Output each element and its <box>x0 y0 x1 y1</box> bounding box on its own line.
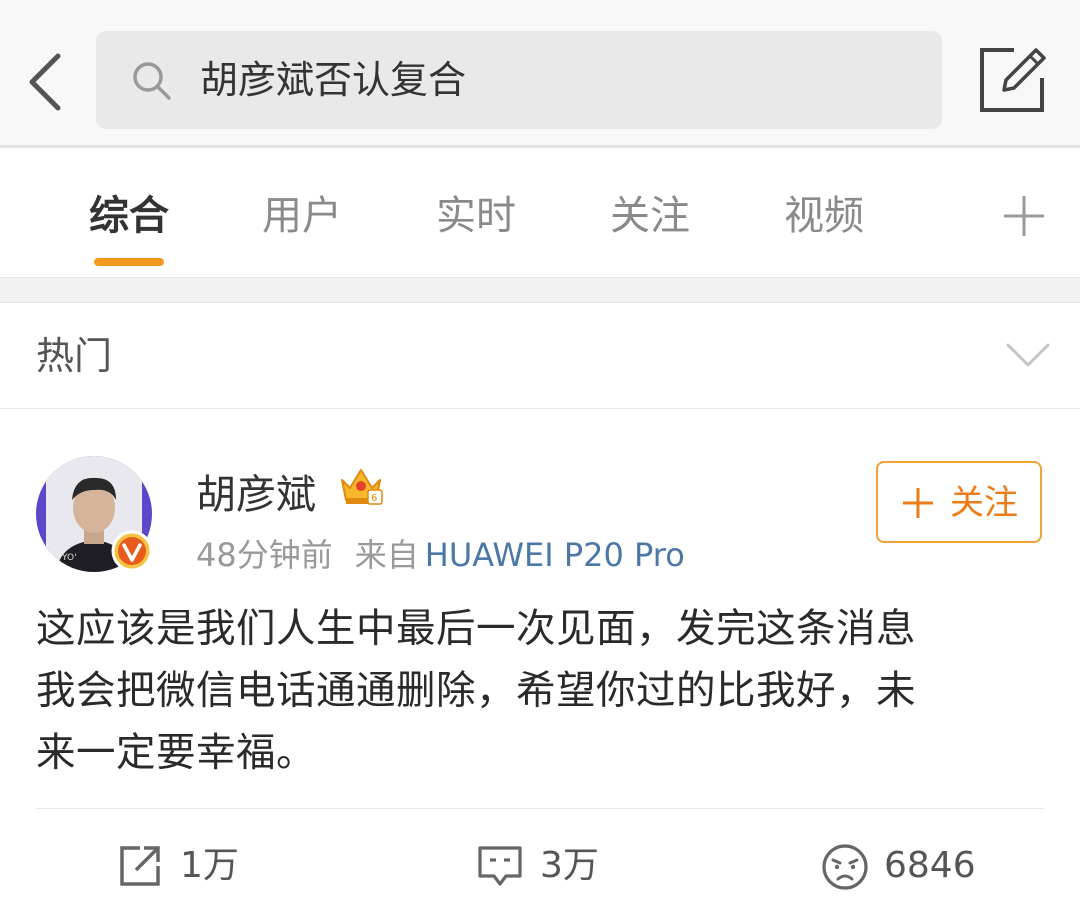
top-bar: 胡彦斌否认复合 <box>0 0 1080 148</box>
svg-text:YO': YO' <box>61 553 77 563</box>
plus-icon <box>1004 196 1044 236</box>
post-text-line: 我会把微信电话通通删除，希望你过的比我好，未 <box>36 668 916 714</box>
comment-count: 3万 <box>540 845 599 886</box>
emoji-icon <box>822 844 868 890</box>
post-meta: 48分钟前 来自 HUAWEI P20 Pro <box>196 530 685 576</box>
repost-button[interactable]: 1万 <box>116 838 276 894</box>
svg-text:6: 6 <box>371 493 377 504</box>
post-username[interactable]: 胡彦斌 <box>196 462 316 520</box>
tab-following[interactable]: 关注 <box>580 148 720 277</box>
tab-users[interactable]: 用户 <box>232 148 372 277</box>
post-text-line: 来一定要幸福。 <box>36 730 316 776</box>
divider <box>36 808 1044 809</box>
tab-label: 实时 <box>436 193 516 239</box>
post-source-label: 来自 <box>354 536 419 574</box>
tab-label: 关注 <box>610 193 690 239</box>
section-gap <box>0 277 1080 303</box>
compose-icon <box>980 48 1046 112</box>
follow-button[interactable]: 关注 <box>876 461 1042 543</box>
chevron-down-icon[interactable] <box>1004 339 1052 371</box>
tab-bar: 综合 用户 实时 关注 视频 <box>0 148 1080 277</box>
like-count: 6846 <box>884 845 976 886</box>
like-button[interactable]: 6846 <box>820 838 1000 894</box>
chevron-left-icon <box>29 53 61 111</box>
crown-icon: 6 <box>341 469 383 505</box>
post-text: 这应该是我们人生中最后一次见面，发完这条消息 我会把微信电话通通删除，希望你过的… <box>36 598 1046 784</box>
active-tab-indicator <box>94 258 164 266</box>
tab-label: 综合 <box>89 193 169 239</box>
section-header: 热门 <box>0 303 1080 409</box>
search-icon <box>133 62 171 100</box>
back-button[interactable] <box>14 42 78 122</box>
search-input[interactable]: 胡彦斌否认复合 <box>96 31 942 129</box>
follow-label: 关注 <box>950 483 1018 523</box>
add-tab-button[interactable] <box>996 188 1052 244</box>
tab-video[interactable]: 视频 <box>754 148 894 277</box>
verified-v-icon <box>111 530 153 572</box>
comment-icon <box>478 846 522 886</box>
search-query: 胡彦斌否认复合 <box>200 58 467 102</box>
tab-realtime[interactable]: 实时 <box>406 148 546 277</box>
repost-count: 1万 <box>180 845 239 886</box>
post-text-line: 这应该是我们人生中最后一次见面，发完这条消息 <box>36 606 916 652</box>
plus-icon <box>903 488 933 518</box>
post-time: 48分钟前 <box>196 536 333 574</box>
compose-button[interactable] <box>974 42 1050 118</box>
post-device-link[interactable]: HUAWEI P20 Pro <box>425 536 685 574</box>
section-title: 热门 <box>36 334 113 378</box>
tab-label: 视频 <box>784 193 864 239</box>
tab-label: 用户 <box>262 193 342 239</box>
repost-icon <box>120 846 160 886</box>
comment-button[interactable]: 3万 <box>476 838 636 894</box>
